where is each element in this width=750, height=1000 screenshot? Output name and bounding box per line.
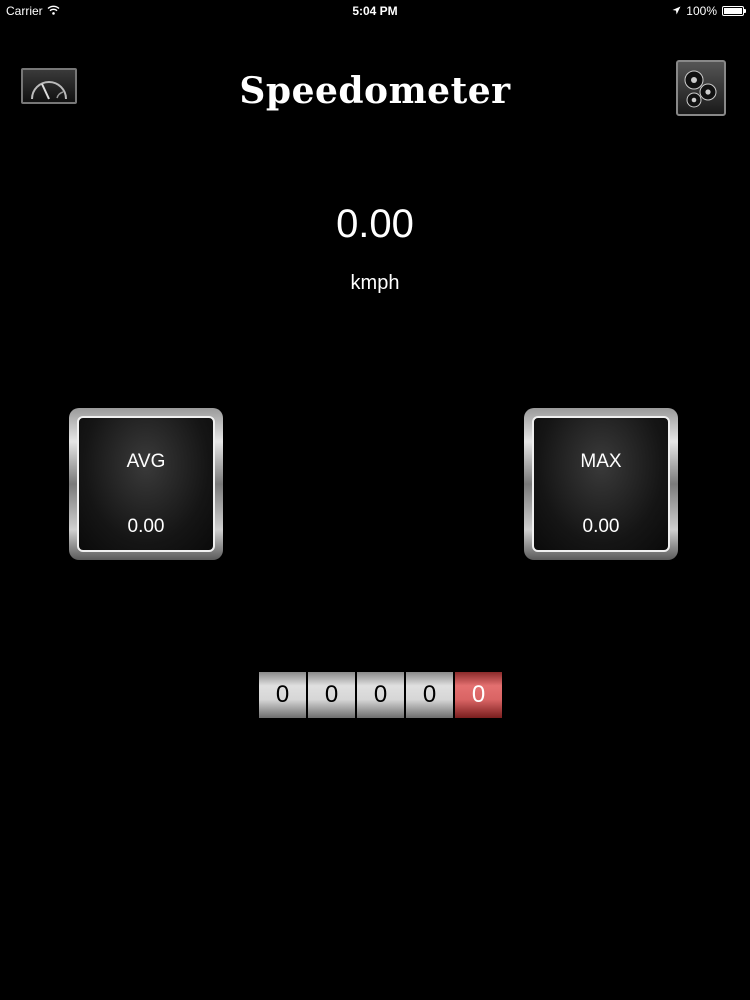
- odometer: 0 0 0 0 0: [259, 672, 504, 718]
- settings-gears-icon: [684, 70, 717, 108]
- odometer-digit: 0: [308, 672, 355, 718]
- max-value: 0.00: [582, 516, 620, 537]
- odometer-digit: 0: [357, 672, 404, 718]
- location-arrow-icon: [672, 4, 681, 18]
- odometer-digit-last: 0: [455, 672, 502, 718]
- status-bar: Carrier 5:04 PM 100%: [0, 0, 750, 22]
- avg-speed-panel-inner: AVG 0.00: [77, 416, 215, 552]
- status-time: 5:04 PM: [352, 4, 398, 18]
- page-title: Speedometer: [239, 70, 511, 112]
- max-speed-panel-inner: MAX 0.00: [532, 416, 670, 552]
- avg-label: AVG: [126, 451, 166, 472]
- odometer-digit: 0: [259, 672, 306, 718]
- max-label: MAX: [580, 451, 622, 472]
- status-right: 100%: [672, 4, 746, 18]
- avg-value: 0.00: [127, 516, 165, 537]
- avg-speed-panel: AVG 0.00: [69, 408, 223, 560]
- settings-button[interactable]: [676, 60, 726, 116]
- speed-unit-label: kmph: [350, 272, 400, 294]
- current-speed-value: 0.00: [336, 202, 414, 246]
- battery-percent: 100%: [686, 4, 717, 18]
- max-speed-panel: MAX 0.00: [524, 408, 678, 560]
- battery-icon: [722, 6, 746, 16]
- odometer-digit: 0: [406, 672, 453, 718]
